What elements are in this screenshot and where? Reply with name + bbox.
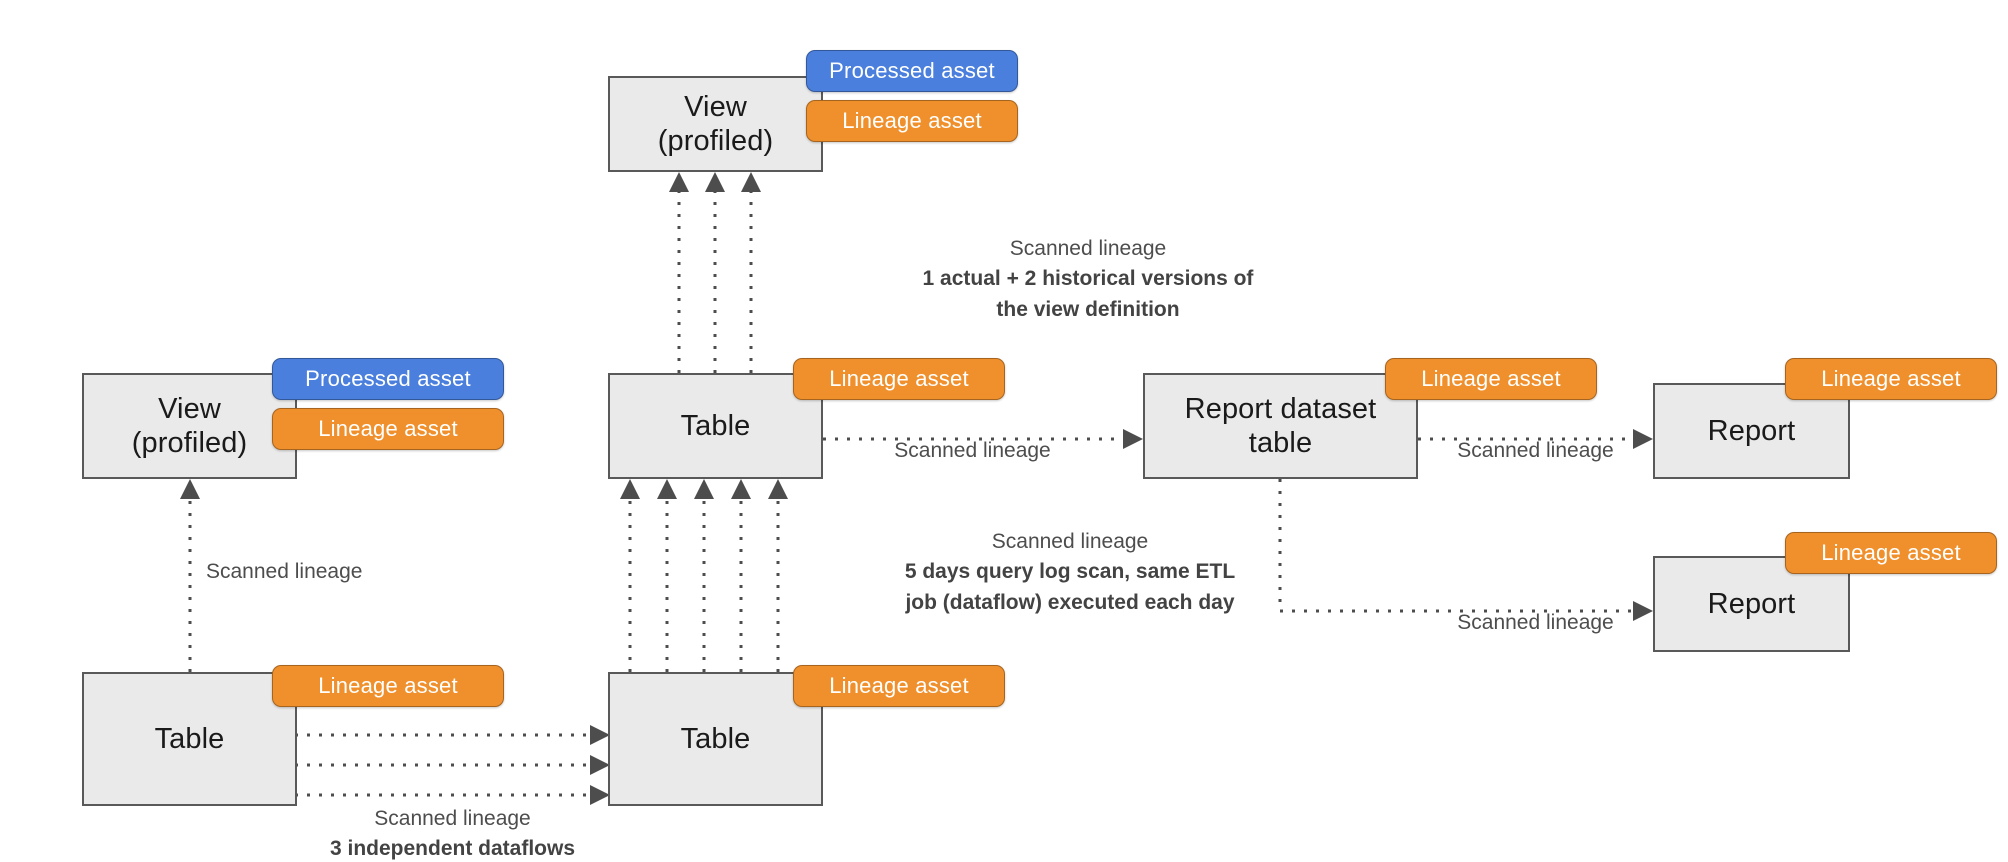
edge-table-bottom-left-to-view-left — [180, 479, 200, 672]
diagram-canvas: View (profiled) Processed asset Lineage a… — [0, 0, 2008, 862]
node-label: View (profiled) — [657, 90, 774, 157]
node-table-bottom-middle[interactable]: Table — [608, 672, 823, 806]
edge-label-regular: Scanned lineage — [1009, 237, 1167, 260]
node-label: Table — [680, 722, 751, 755]
badge-label: Lineage asset — [318, 673, 458, 698]
node-view-profiled-left[interactable]: View (profiled) — [82, 373, 297, 479]
badge-lineage-asset-view-top[interactable]: Lineage asset — [806, 100, 1018, 142]
edge-label-report-dataset-to-report-top: Scanned lineage — [1418, 436, 1653, 466]
node-label: Table — [154, 722, 225, 755]
badge-processed-asset-view-top[interactable]: Processed asset — [806, 50, 1018, 92]
badge-lineage-asset-report-top[interactable]: Lineage asset — [1785, 358, 1997, 400]
badge-label: Lineage asset — [829, 673, 969, 698]
node-label: Report dataset table — [1184, 392, 1377, 459]
badge-label: Lineage asset — [842, 108, 982, 133]
badge-processed-asset-view-left[interactable]: Processed asset — [272, 358, 504, 400]
edge-label-bold-1: 3 independent dataflows — [329, 837, 576, 861]
edge-label-bold-1: 1 actual + 2 historical versions of — [922, 267, 1254, 291]
edge-label-table-to-report-dataset: Scanned lineage — [820, 436, 1125, 466]
edge-label-regular: Scanned lineage — [894, 439, 1051, 462]
node-label: View (profiled) — [131, 392, 248, 459]
edge-label-regular: Scanned lineage — [1457, 439, 1614, 462]
edge-label-regular: Scanned lineage — [1457, 611, 1614, 634]
node-table-bottom-left[interactable]: Table — [82, 672, 297, 806]
node-report-dataset-table[interactable]: Report dataset table — [1143, 373, 1418, 479]
edge-report-dataset-to-report-bottom — [1278, 479, 1653, 621]
edge-label-table-to-view-left: Scanned lineage — [200, 557, 441, 587]
badge-lineage-asset-report-dataset-table[interactable]: Lineage asset — [1385, 358, 1597, 400]
node-label: Report — [1707, 587, 1796, 620]
edge-label-report-dataset-to-report-bottom: Scanned lineage — [1418, 608, 1653, 638]
edge-label-bold-2: the view definition — [996, 297, 1180, 321]
node-view-profiled-top[interactable]: View (profiled) — [608, 76, 823, 172]
edge-label-independent-dataflows: Scanned lineage 3 independent dataflows — [295, 804, 610, 862]
badge-lineage-asset-table-bottom-left[interactable]: Lineage asset — [272, 665, 504, 707]
badge-label: Lineage asset — [1821, 366, 1961, 391]
badge-label: Lineage asset — [1821, 540, 1961, 565]
badge-lineage-asset-view-left[interactable]: Lineage asset — [272, 408, 504, 450]
badge-label: Processed asset — [305, 366, 471, 391]
edge-table-bottom-to-table-mid — [620, 479, 788, 672]
badge-lineage-asset-table-bottom-middle[interactable]: Lineage asset — [793, 665, 1005, 707]
edge-label-bold-1: 5 days query log scan, same ETL — [904, 560, 1236, 584]
badge-label: Lineage asset — [1421, 366, 1561, 391]
edge-table-to-view-top — [669, 172, 761, 373]
badge-label: Processed asset — [829, 58, 995, 83]
badge-label: Lineage asset — [829, 366, 969, 391]
node-table-middle[interactable]: Table — [608, 373, 823, 479]
badge-lineage-asset-table-middle[interactable]: Lineage asset — [793, 358, 1005, 400]
edge-label-view-versions: Scanned lineage 1 actual + 2 historical … — [838, 234, 1338, 325]
edge-table-bottom-left-to-table-bottom-mid — [295, 725, 610, 805]
edge-label-regular: Scanned lineage — [991, 530, 1149, 553]
badge-lineage-asset-report-bottom[interactable]: Lineage asset — [1785, 532, 1997, 574]
badge-label: Lineage asset — [318, 416, 458, 441]
node-label: Table — [680, 409, 751, 442]
edge-label-bold-2: job (dataflow) executed each day — [905, 590, 1235, 614]
edge-label-regular: Scanned lineage — [206, 560, 363, 583]
edge-label-regular: Scanned lineage — [374, 807, 531, 830]
edge-label-query-log-scan: Scanned lineage 5 days query log scan, s… — [820, 527, 1320, 618]
node-label: Report — [1707, 414, 1796, 447]
